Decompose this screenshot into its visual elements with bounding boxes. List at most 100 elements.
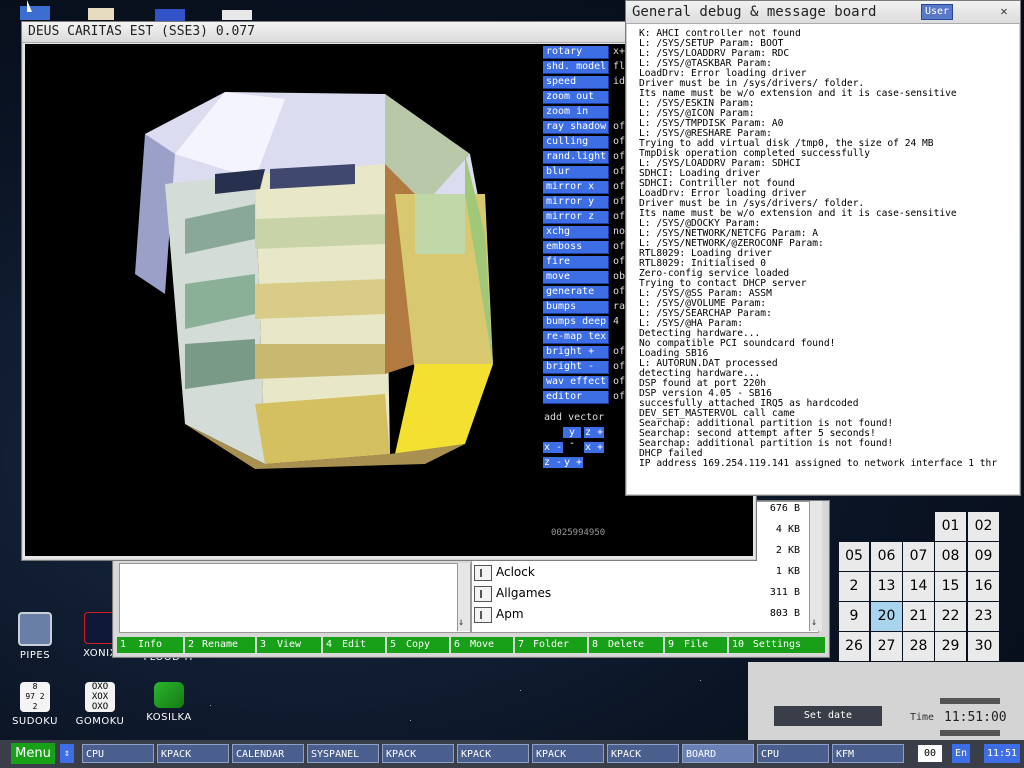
btn-mirror-z[interactable]: mirror z — [543, 211, 609, 224]
btn-blur[interactable]: blur — [543, 166, 609, 179]
btn-speed[interactable]: speed — [543, 76, 609, 89]
desktop-icon-top-2[interactable] — [88, 8, 114, 20]
calendar-day[interactable]: 21 — [903, 602, 934, 631]
file-row[interactable]: Aclock 1 KB — [472, 563, 808, 584]
btn-editor[interactable]: editor — [543, 391, 609, 404]
calendar-day[interactable]: 9 — [839, 602, 869, 631]
calendar-day[interactable]: 07 — [903, 542, 934, 571]
btn-zoom-in[interactable]: zoom in — [543, 106, 609, 119]
language-indicator[interactable]: En — [952, 744, 970, 763]
file-row[interactable]: Apm 803 B — [472, 605, 808, 626]
btn-fire[interactable]: fire — [543, 256, 609, 269]
fkey-move[interactable]: 6 Move — [451, 637, 513, 653]
btn-bright-plus[interactable]: bright + — [543, 346, 609, 359]
calendar-day[interactable]: 26 — [839, 632, 869, 661]
desktop-icon-kosilka[interactable]: KOSILKA — [134, 682, 204, 723]
close-icon[interactable]: ✕ — [990, 3, 1018, 19]
desktop-icon-top-4[interactable] — [222, 10, 252, 20]
fkey-view[interactable]: 3 View — [257, 637, 321, 653]
task-calendar[interactable]: CALENDAR — [232, 744, 304, 763]
vector-z-minus-button[interactable]: z - — [543, 457, 563, 468]
btn-ray-shadow[interactable]: ray shadow — [543, 121, 609, 134]
menu-button[interactable]: Menu — [11, 743, 55, 764]
btn-rand-light[interactable]: rand.light — [543, 151, 609, 164]
fkey-settings[interactable]: 10 Settings — [729, 637, 825, 653]
btn-move[interactable]: move — [543, 271, 609, 284]
spin-up-icon[interactable] — [940, 698, 1000, 704]
btn-bumps-deep[interactable]: bumps deep — [543, 316, 609, 329]
btn-shd-model[interactable]: shd. model — [543, 61, 609, 74]
calendar-day[interactable]: 23 — [968, 602, 999, 631]
fkey-label: File — [683, 639, 709, 650]
vector-z-plus-button[interactable]: z + — [584, 427, 604, 438]
vector-x-plus-button[interactable]: x + — [584, 442, 604, 453]
fkey-copy[interactable]: 5 Copy — [387, 637, 449, 653]
spin-down-icon[interactable] — [940, 730, 1000, 736]
fkey-edit[interactable]: 4 Edit — [323, 637, 385, 653]
task-kfm[interactable]: KFM — [832, 744, 904, 763]
fkey-info[interactable]: 1 Info — [117, 637, 183, 653]
btn-emboss[interactable]: emboss — [543, 241, 609, 254]
btn-xchg[interactable]: xchg — [543, 226, 609, 239]
task-board[interactable]: BOARD — [682, 744, 754, 763]
task-cpu[interactable]: CPU — [82, 744, 154, 763]
calendar-day[interactable]: 16 — [968, 572, 999, 601]
desktop-icon-top-3[interactable] — [155, 9, 185, 21]
btn-bright-minus[interactable]: bright - — [543, 361, 609, 374]
calendar-day[interactable]: 14 — [903, 572, 934, 601]
taskbar-clock[interactable]: 11:51 — [984, 744, 1020, 763]
window-title[interactable]: General debug & message board — [626, 1, 1020, 24]
set-date-button[interactable]: Set date — [774, 706, 882, 726]
calendar-day[interactable]: 29 — [935, 632, 966, 661]
calendar-day[interactable]: 22 — [935, 602, 966, 631]
task-cpu[interactable]: CPU — [757, 744, 829, 763]
btn-generate[interactable]: generate — [543, 286, 609, 299]
file-row[interactable]: Allgames 311 B — [472, 584, 808, 605]
desktop-icon-sudoku[interactable]: 8 97 2 2 SUDOKU — [0, 682, 70, 727]
vector-y-plus-button[interactable]: y + — [563, 457, 583, 468]
task-kpack[interactable]: KPACK — [382, 744, 454, 763]
btn-culling[interactable]: culling — [543, 136, 609, 149]
fkey-delete[interactable]: 8 Delete — [589, 637, 663, 653]
desktop-icon-gomoku[interactable]: OXO XOX OXO GOMOKU — [65, 682, 135, 727]
btn-bumps[interactable]: bumps — [543, 301, 609, 314]
calendar-day[interactable]: 27 — [871, 632, 902, 661]
btn-wav-effect[interactable]: wav effect — [543, 376, 609, 389]
scroll-down-arrow-icon[interactable]: ↓ — [811, 617, 817, 628]
vector-y-minus-button[interactable]: y - — [563, 427, 581, 449]
calendar-day[interactable]: 02 — [968, 512, 999, 541]
vector-x-minus-button[interactable]: x - — [543, 442, 563, 453]
calendar-day-today[interactable]: 20 — [871, 602, 902, 631]
task-kpack[interactable]: KPACK — [457, 744, 529, 763]
task-kpack[interactable]: KPACK — [607, 744, 679, 763]
desktop-icon-pipes[interactable]: PIPES — [0, 612, 70, 661]
fkey-folder[interactable]: 7 Folder — [515, 637, 587, 653]
fkey-file[interactable]: 9 File — [665, 637, 727, 653]
calendar-day[interactable]: 09 — [968, 542, 999, 571]
calendar-day[interactable]: 01 — [935, 512, 966, 541]
calendar-day[interactable]: 13 — [871, 572, 902, 601]
btn-re-map-tex[interactable]: re-map tex — [543, 331, 609, 344]
page-counter[interactable]: 00 — [918, 745, 942, 762]
btn-mirror-y[interactable]: mirror y — [543, 196, 609, 209]
task-kpack[interactable]: KPACK — [532, 744, 604, 763]
fkey-rename[interactable]: 2 Rename — [185, 637, 255, 653]
calendar-day[interactable]: 05 — [839, 542, 869, 571]
calendar-day[interactable]: 28 — [903, 632, 934, 661]
btn-mirror-x[interactable]: mirror x — [543, 181, 609, 194]
switch-icon[interactable]: ⇕ — [60, 744, 74, 763]
desktop-icon-top-1[interactable] — [20, 6, 50, 20]
task-kpack[interactable]: KPACK — [157, 744, 229, 763]
right-panel-scrollbar[interactable] — [809, 501, 822, 631]
calendar-day[interactable]: 2 — [839, 572, 869, 601]
calendar-day[interactable]: 15 — [935, 572, 966, 601]
calendar-day[interactable]: 06 — [871, 542, 902, 571]
btn-zoom-out[interactable]: zoom out — [543, 91, 609, 104]
calendar-day[interactable]: 30 — [968, 632, 999, 661]
time-value[interactable]: 11:51:00 — [944, 710, 1007, 725]
calendar-day[interactable]: 08 — [935, 542, 966, 571]
scroll-down-arrow-icon[interactable]: ↓ — [458, 617, 464, 628]
btn-rotary[interactable]: rotary — [543, 46, 609, 59]
user-button[interactable]: User — [921, 4, 953, 20]
task-syspanel[interactable]: SYSPANEL — [307, 744, 379, 763]
